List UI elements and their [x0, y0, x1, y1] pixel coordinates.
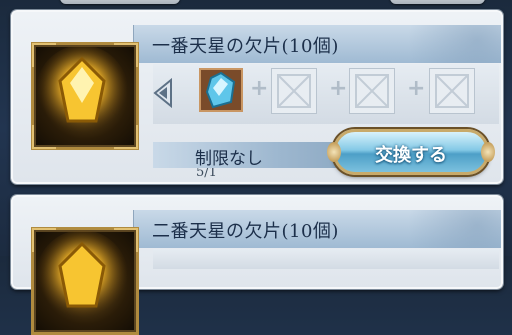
exchange-card: 一番天星の欠片(10個) + + + 5/1 制限なし 交換する — [11, 10, 503, 184]
exchange-button-label: 交換する — [375, 145, 447, 166]
arrow-left-icon — [153, 78, 172, 108]
frame-corner — [114, 125, 138, 149]
title-bar: 一番天星の欠片(10個) — [133, 25, 501, 63]
material-slot-4 — [429, 68, 475, 114]
empty-slot-icon — [355, 74, 389, 108]
frame-corner — [114, 228, 138, 252]
frame-corner — [32, 228, 56, 252]
title-bar: 二番天星の欠片(10個) — [133, 210, 501, 248]
plus-icon: + — [250, 76, 269, 101]
material-slot-2 — [271, 68, 317, 114]
material-slot-1[interactable] — [199, 68, 243, 112]
material-slot-3 — [349, 68, 395, 114]
frame-corner — [32, 125, 56, 149]
reward-item-frame[interactable] — [31, 42, 139, 150]
previous-card-stub-left — [60, 0, 180, 4]
empty-slot-icon — [435, 74, 469, 108]
frame-corner — [32, 43, 56, 67]
frame-corner — [114, 43, 138, 67]
item-title: 一番天星の欠片(10個) — [152, 36, 339, 57]
reward-item-frame[interactable] — [31, 227, 139, 335]
materials-row: + + + 5/1 — [153, 64, 499, 180]
previous-card-stub-right — [390, 0, 485, 4]
exchange-card: 二番天星の欠片(10個) — [11, 195, 503, 335]
empty-slot-icon — [277, 74, 311, 108]
materials-row — [153, 249, 499, 269]
limit-text: 制限なし — [195, 149, 263, 169]
item-title: 二番天星の欠片(10個) — [152, 221, 339, 242]
blue-crystal-icon — [205, 71, 236, 109]
plus-icon: + — [407, 76, 426, 101]
plus-icon: + — [329, 76, 348, 101]
exchange-button[interactable]: 交換する — [327, 129, 495, 175]
